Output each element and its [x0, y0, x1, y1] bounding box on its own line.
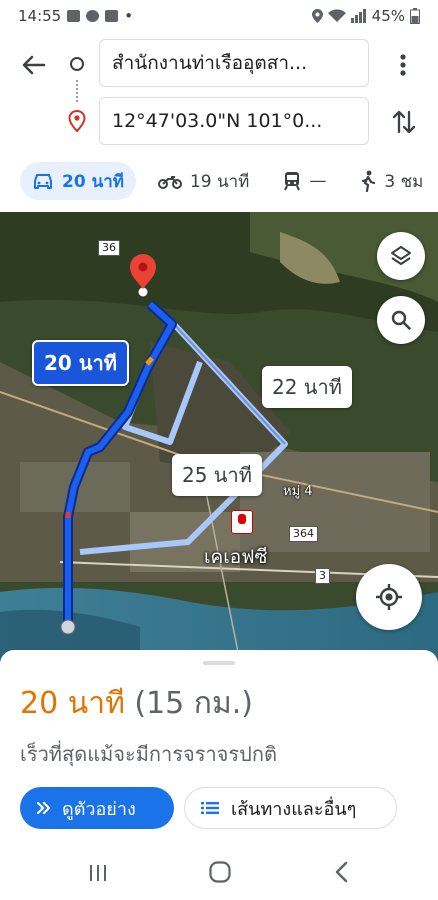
drag-handle[interactable] — [203, 661, 235, 665]
facebook-icon — [105, 10, 119, 22]
back-chevron-icon[interactable] — [333, 861, 351, 883]
status-bar: 14:55 • 45% — [0, 0, 438, 32]
signal-icon — [350, 9, 366, 23]
my-location-icon — [376, 584, 402, 610]
kfc-logo-icon[interactable] — [231, 510, 253, 534]
preview-button-label: ดูตัวอย่าง — [62, 798, 136, 820]
more-options-icon[interactable] — [393, 50, 413, 80]
mode-walking-label: 3 ชม — [384, 171, 424, 192]
route-label-alt-1[interactable]: 22 นาที — [262, 366, 352, 408]
home-icon[interactable] — [208, 860, 232, 884]
origin-circle-icon — [70, 57, 84, 71]
mode-driving-label: 20 นาที — [62, 171, 124, 192]
duration-distance: (15 กม.) — [134, 686, 253, 721]
wifi-icon — [327, 9, 346, 22]
route-label-primary[interactable]: 20 นาที — [32, 340, 129, 386]
layers-icon — [391, 246, 411, 265]
search-icon — [391, 310, 411, 330]
my-location-button[interactable] — [356, 564, 422, 630]
search-along-route-button[interactable] — [377, 296, 425, 344]
mode-tab-motorcycle[interactable]: 19 นาที — [146, 162, 261, 200]
recent-apps-icon[interactable] — [87, 862, 109, 884]
location-icon — [311, 9, 323, 23]
destination-input[interactable]: 12°47'03.0"N 101°0... — [99, 97, 369, 145]
route-label-alt-2[interactable]: 25 นาที — [172, 454, 262, 496]
route-dots-icon — [76, 80, 78, 102]
walk-icon — [362, 170, 376, 192]
gallery-icon — [67, 10, 81, 22]
road-shield-36: 36 — [98, 240, 120, 256]
layers-button[interactable] — [377, 232, 425, 280]
mode-tab-transit[interactable]: — — [271, 162, 338, 200]
motorcycle-icon — [157, 176, 182, 189]
mode-tab-walking[interactable]: 3 ชม — [348, 162, 435, 200]
mode-tab-driving[interactable]: 20 นาที — [20, 162, 136, 200]
transit-icon — [284, 172, 301, 191]
route-description: เร็วที่สุดแม้จะมีการจราจรปกติ — [20, 742, 277, 766]
mode-motorcycle-label: 19 นาที — [189, 171, 250, 192]
route-duration: 20 นาที (15 กม.) — [20, 680, 253, 727]
list-icon — [201, 802, 219, 814]
car-icon — [34, 174, 52, 189]
road-shield-364: 364 — [289, 526, 318, 542]
system-nav-bar — [0, 850, 438, 900]
swap-icon[interactable] — [390, 106, 418, 138]
battery-percent: 45% — [371, 7, 405, 25]
origin-text: สำนักงานท่าเรืออุตสา... — [112, 52, 308, 74]
preview-button[interactable]: ดูตัวอย่าง — [20, 787, 174, 829]
origin-input[interactable]: สำนักงานท่าเรืออุตสา... — [99, 39, 369, 87]
double-chevron-right-icon — [36, 801, 51, 815]
place-label-village: หมู่ 4 — [283, 484, 313, 499]
back-arrow-icon[interactable] — [18, 50, 48, 80]
destination-text: 12°47'03.0"N 101°0... — [112, 110, 323, 132]
line-icon — [86, 10, 100, 22]
directions-header: สำนักงานท่าเรืออุตสา... 12°47'03.0"N 101… — [0, 32, 438, 152]
travel-modes: 20 นาที 19 นาที — 3 ชม — [0, 152, 438, 210]
duration-time: 20 นาที — [20, 686, 125, 721]
mode-transit-label: — — [309, 171, 327, 191]
steps-and-more-button[interactable]: เส้นทางและอื่นๆ — [184, 787, 397, 829]
map-view[interactable]: 20 นาที 22 นาที 25 นาที 36 364 3 หมู่ 4 … — [0, 212, 438, 662]
place-label-town: เคเอฟซี — [204, 546, 268, 568]
notification-dot: • — [124, 7, 134, 25]
destination-pin-icon — [68, 110, 86, 132]
battery-icon — [410, 8, 420, 24]
steps-button-label: เส้นทางและอื่นๆ — [231, 798, 357, 820]
status-time: 14:55 — [18, 7, 62, 25]
road-shield-3: 3 — [315, 568, 330, 584]
